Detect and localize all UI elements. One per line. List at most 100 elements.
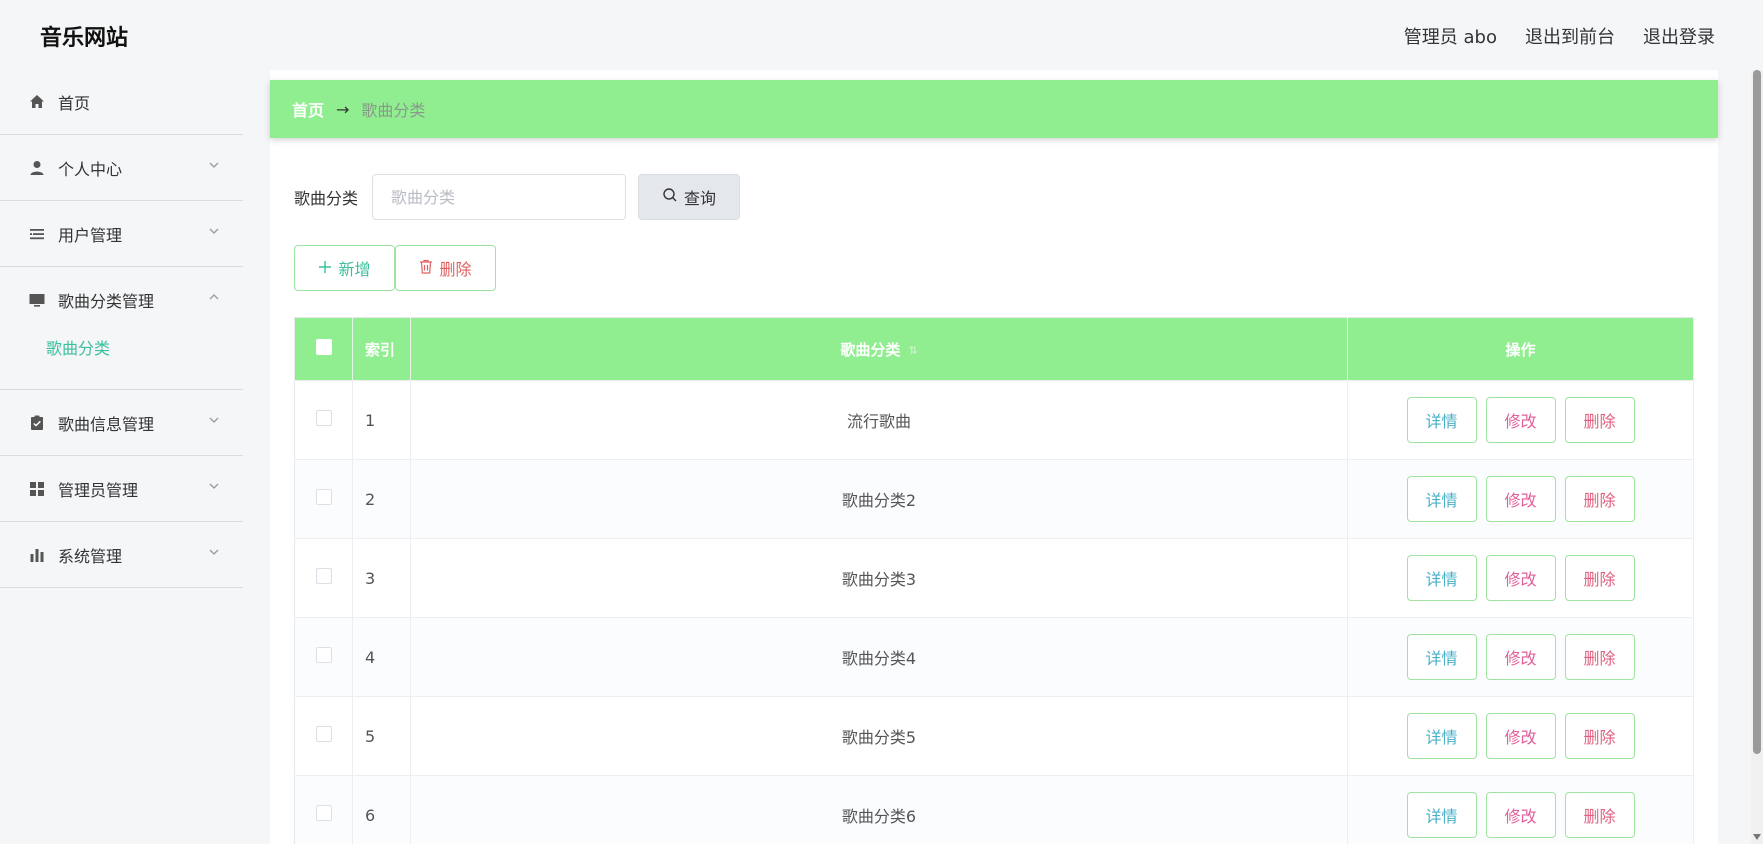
chevron-up-icon [207,289,221,303]
search-icon [662,187,678,207]
table-row: 3 歌曲分类3 详情 修改 删除 [294,538,1694,618]
table-row: 4 歌曲分类4 详情 修改 删除 [294,617,1694,697]
row-index: 2 [352,459,411,539]
sidebar-item-label: 管理员管理 [58,480,139,500]
song-category-table: 索引 歌曲分类 ⇅ 操作 1 流行歌曲 详情 修改 删除 2 歌曲分类2 详情 … [294,317,1694,844]
chevron-down-icon [207,223,221,237]
main-content: 首页 → 歌曲分类 歌曲分类 查询 新增 删除 [270,70,1718,844]
edit-button[interactable]: 修改 [1485,476,1556,522]
breadcrumb-home[interactable]: 首页 [292,97,324,121]
edit-button[interactable]: 修改 [1485,713,1556,759]
table-row: 5 歌曲分类5 详情 修改 删除 [294,696,1694,776]
scrollbar-thumb[interactable] [1753,70,1761,754]
detail-button[interactable]: 详情 [1406,792,1477,838]
chevron-down-icon [207,412,221,426]
site-logo: 音乐网站 [40,26,129,51]
detail-button[interactable]: 详情 [1406,476,1477,522]
arrow-right-icon: → [336,99,350,119]
column-header-operation: 操作 [1347,317,1694,381]
chevron-down-icon [207,157,221,171]
add-button-label: 新增 [338,260,371,279]
row-index: 1 [352,380,411,460]
row-checkbox[interactable] [315,410,332,426]
table-row: 1 流行歌曲 详情 修改 删除 [294,380,1694,460]
sort-icon[interactable]: ⇅ [908,344,917,357]
row-category: 歌曲分类5 [410,696,1348,776]
submenu-song-category: 歌曲分类 [0,333,243,390]
monitor-icon [28,291,46,309]
sidebar-item-personal-center[interactable]: 个人中心 [0,135,243,201]
select-all-checkbox[interactable] [315,339,332,355]
row-category: 歌曲分类2 [410,459,1348,539]
detail-button[interactable]: 详情 [1406,713,1477,759]
top-header: 音乐网站 管理员 abo 退出到前台 退出登录 [0,0,1763,70]
breadcrumb: 首页 → 歌曲分类 [270,80,1718,138]
table-header-row: 索引 歌曲分类 ⇅ 操作 [294,317,1694,381]
row-delete-button[interactable]: 删除 [1564,713,1635,759]
column-header-index: 索引 [352,317,411,381]
row-checkbox[interactable] [315,726,332,742]
logout-link[interactable]: 退出登录 [1643,23,1715,49]
sidebar-item-label: 用户管理 [58,225,123,245]
vertical-scrollbar[interactable] [1751,70,1763,844]
sidebar-subitem-song-category[interactable]: 歌曲分类 [46,335,110,359]
sidebar-item-system-management[interactable]: 系统管理 [0,522,243,588]
scroll-down-arrow-icon[interactable] [1753,834,1761,840]
detail-button[interactable]: 详情 [1406,397,1477,443]
row-category: 歌曲分类4 [410,617,1348,697]
row-delete-button[interactable]: 删除 [1564,555,1635,601]
song-category-search-input[interactable] [372,174,627,220]
row-category: 歌曲分类3 [410,538,1348,618]
sidebar-item-song-info-management[interactable]: 歌曲信息管理 [0,390,243,456]
sidebar-item-label: 歌曲分类管理 [58,292,155,311]
column-header-category[interactable]: 歌曲分类 ⇅ [410,317,1348,381]
row-checkbox[interactable] [315,568,332,584]
sidebar-item-user-management[interactable]: 用户管理 [0,201,243,267]
chevron-down-icon [207,478,221,492]
row-delete-button[interactable]: 删除 [1564,634,1635,680]
sidebar-item-label: 系统管理 [58,546,123,566]
row-checkbox[interactable] [315,805,332,821]
search-button[interactable]: 查询 [638,174,741,220]
batch-delete-button[interactable]: 删除 [395,245,496,291]
sidebar-item-home[interactable]: 首页 [0,70,243,135]
row-delete-button[interactable]: 删除 [1564,792,1635,838]
column-header-category-label: 歌曲分类 [840,340,901,359]
select-all-cell [294,317,353,381]
search-label: 歌曲分类 [294,189,359,208]
grid-icon [28,480,46,498]
breadcrumb-current: 歌曲分类 [361,101,426,120]
sidebar-item-label: 首页 [58,94,91,113]
clipboard-icon [28,414,46,432]
row-index: 3 [352,538,411,618]
detail-button[interactable]: 详情 [1406,555,1477,601]
detail-button[interactable]: 详情 [1406,634,1477,680]
row-checkbox[interactable] [315,647,332,663]
sidebar-item-admin-management[interactable]: 管理员管理 [0,456,243,522]
chevron-down-icon [207,544,221,558]
admin-user-label[interactable]: 管理员 abo [1404,23,1497,49]
home-icon [28,93,46,111]
row-delete-button[interactable]: 删除 [1564,476,1635,522]
list-icon [28,225,46,243]
edit-button[interactable]: 修改 [1485,634,1556,680]
sidebar-item-label: 个人中心 [58,159,123,179]
edit-button[interactable]: 修改 [1485,555,1556,601]
exit-to-frontend-link[interactable]: 退出到前台 [1525,23,1615,49]
add-button[interactable]: 新增 [294,245,395,291]
sidebar-item-label: 歌曲信息管理 [58,414,155,434]
header-links: 管理员 abo 退出到前台 退出登录 [1404,23,1715,49]
search-button-label: 查询 [684,189,717,208]
row-index: 4 [352,617,411,697]
row-checkbox[interactable] [315,489,332,505]
table-row: 6 歌曲分类6 详情 修改 删除 [294,775,1694,844]
edit-button[interactable]: 修改 [1485,792,1556,838]
trash-icon [419,259,433,278]
sidebar-item-song-category-management[interactable]: 歌曲分类管理 [0,267,243,333]
bar-chart-icon [28,546,46,564]
row-category: 歌曲分类6 [410,775,1348,844]
row-index: 5 [352,696,411,776]
delete-button-label: 删除 [439,260,472,279]
edit-button[interactable]: 修改 [1485,397,1556,443]
row-delete-button[interactable]: 删除 [1564,397,1635,443]
